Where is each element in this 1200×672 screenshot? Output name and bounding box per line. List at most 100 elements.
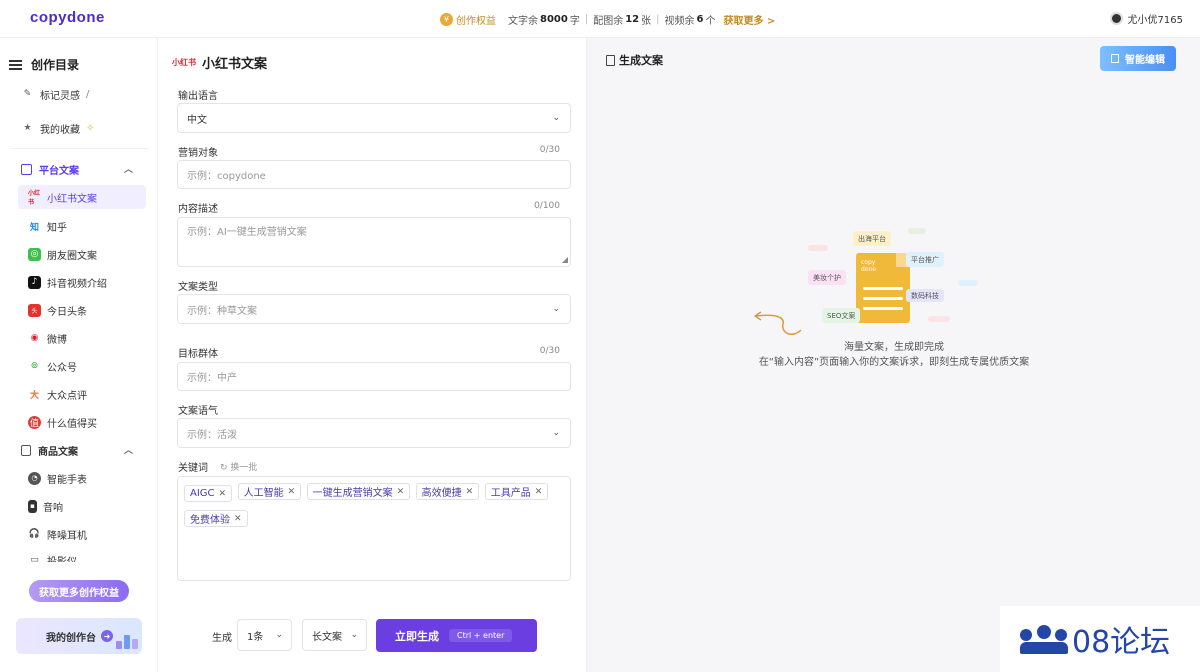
keywords-box[interactable]: AIGC ✕ 人工智能 ✕ 一键生成营销文案 ✕ 高效便捷 ✕ 工具产品 ✕ 免费体验 ✕ bbox=[177, 476, 571, 581]
toutiao-icon: 头 bbox=[28, 303, 41, 317]
close-icon[interactable]: ✕ bbox=[288, 487, 296, 497]
sidebar-item-xiaohongshu[interactable]: 小红书 小红书文案 bbox=[18, 185, 146, 209]
platform-icon bbox=[21, 163, 32, 175]
sidebar: 创作目录 ✎ 标记灵感 / ★ 我的收藏 ✧ 平台文案 ︿ 小红书 小红书文案 … bbox=[0, 38, 157, 672]
divider bbox=[10, 148, 148, 149]
my-workbench-button[interactable]: 我的创作台 ➜ bbox=[16, 618, 142, 654]
close-icon[interactable]: ✕ bbox=[535, 487, 543, 497]
sidebar-item-toutiao[interactable]: 头 今日头条 bbox=[18, 298, 146, 322]
sidebar-item-favorites[interactable]: ★ 我的收藏 ✧ bbox=[18, 116, 146, 140]
smartwatch-icon: ◔ bbox=[28, 471, 41, 485]
sidebar-item-zhihu[interactable]: 知 知乎 bbox=[18, 214, 146, 238]
sidebar-item-weibo[interactable]: ◉ 微博 bbox=[18, 326, 146, 350]
document-logo-text: copy done bbox=[861, 259, 876, 273]
input-form: 小红书 小红书文案 输出语言 中文 ⌄ 营销对象 0/30 示例：copydon… bbox=[157, 38, 587, 672]
tone-placeholder: 示例：活泼 bbox=[187, 429, 237, 441]
sidebar-item-smzdm[interactable]: 值 什么值得买 bbox=[18, 410, 146, 434]
sidebar-item-label: 公众号 bbox=[47, 362, 77, 374]
close-icon[interactable]: ✕ bbox=[234, 514, 242, 524]
decoration bbox=[808, 245, 828, 251]
form-title-text: 小红书文案 bbox=[202, 57, 268, 72]
keyword-chip[interactable]: 人工智能 ✕ bbox=[237, 483, 302, 500]
empty-state-illustration: copy done 出海平台 平台推广 美妆个护 数码科技 SEO文案 bbox=[748, 223, 1048, 335]
sidebar-item-label: 我的收藏 bbox=[40, 124, 80, 136]
wechat-moments-icon: ◎ bbox=[28, 247, 41, 261]
close-icon[interactable]: ✕ bbox=[466, 487, 474, 497]
audience-input[interactable]: 示例：中产 bbox=[177, 362, 571, 391]
document-icon bbox=[1111, 54, 1119, 63]
arrow-right-icon: ➜ bbox=[101, 630, 113, 642]
username[interactable]: 尤小优7165 bbox=[1128, 11, 1183, 26]
sidebar-item-mark-inspiration[interactable]: ✎ 标记灵感 / bbox=[18, 82, 146, 106]
workbench-label: 我的创作台 bbox=[46, 632, 96, 644]
sidebar-item-speaker[interactable]: ▪ 音响 bbox=[18, 494, 146, 518]
keyword-chip[interactable]: 一键生成营销文案 ✕ bbox=[306, 483, 411, 500]
chip-label: 一键生成营销文案 bbox=[312, 488, 393, 499]
image-quota-count: 12 bbox=[625, 14, 640, 25]
keyword-chip[interactable]: 高效便捷 ✕ bbox=[415, 483, 480, 500]
tone-select[interactable]: 示例：活泼 ⌄ bbox=[177, 418, 571, 448]
sparkle-icon: ✧ bbox=[86, 122, 95, 134]
video-quota-unit: 个 bbox=[705, 16, 716, 27]
close-icon[interactable]: ✕ bbox=[397, 487, 405, 497]
description-placeholder: 示例：AI一键生成营销文案 bbox=[187, 227, 307, 238]
avatar[interactable] bbox=[1109, 12, 1123, 25]
decoration bbox=[908, 228, 926, 234]
empty-hint-title: 海量文案，生成即完成 bbox=[844, 342, 944, 353]
curved-arrow-icon bbox=[753, 311, 802, 335]
copy-type-label: 文案类型 bbox=[178, 282, 218, 293]
sidebar-item-official[interactable]: ⊚ 公众号 bbox=[18, 354, 146, 378]
decoration bbox=[958, 280, 978, 286]
image-quota-label: 配图余 bbox=[593, 16, 624, 27]
sidebar-item-douyin[interactable]: ♪ 抖音视频介绍 bbox=[18, 270, 146, 294]
section-platform[interactable]: 平台文案 ︿ bbox=[18, 158, 133, 180]
get-more-link[interactable]: 获取更多 > bbox=[723, 12, 775, 27]
sidebar-item-projector[interactable]: ▭ 投影仪 bbox=[18, 550, 146, 563]
section-label: 商品文案 bbox=[38, 446, 78, 458]
keyword-chip[interactable]: 工具产品 ✕ bbox=[484, 483, 549, 500]
sidebar-item-label: 小红书文案 bbox=[47, 193, 97, 205]
chevron-down-icon: ⌄ bbox=[552, 428, 560, 438]
keyword-chip[interactable]: AIGC ✕ bbox=[184, 485, 233, 502]
length-select[interactable]: 长文案 ⌄ bbox=[302, 619, 367, 651]
close-icon[interactable]: ✕ bbox=[219, 489, 227, 499]
chip-label: AIGC bbox=[190, 488, 215, 499]
chevron-up-icon[interactable]: ︿ bbox=[124, 162, 133, 175]
sidebar-item-moments[interactable]: ◎ 朋友圈文案 bbox=[18, 242, 146, 266]
language-select[interactable]: 中文 ⌄ bbox=[177, 103, 571, 133]
resize-handle-icon[interactable]: ◢ bbox=[562, 255, 568, 264]
product-icon bbox=[21, 444, 31, 456]
get-more-rights-button[interactable]: 获取更多创作权益 bbox=[29, 580, 129, 602]
length-value: 长文案 bbox=[312, 631, 342, 643]
rights-label[interactable]: 创作权益 bbox=[456, 12, 496, 27]
audience-count: 0/30 bbox=[539, 346, 560, 356]
target-input[interactable]: 示例：copydone bbox=[177, 160, 571, 189]
smart-edit-button[interactable]: 智能编辑 bbox=[1100, 46, 1176, 71]
sidebar-item-label: 知乎 bbox=[47, 222, 67, 234]
app-logo[interactable]: copydone bbox=[30, 9, 105, 26]
sidebar-item-label: 投影仪 bbox=[47, 553, 77, 562]
user-menu[interactable]: 尤小优7165 bbox=[1109, 11, 1183, 26]
sidebar-item-label: 抖音视频介绍 bbox=[47, 278, 107, 290]
target-label: 营销对象 bbox=[178, 148, 218, 159]
sidebar-item-smartwatch[interactable]: ◔ 智能手表 bbox=[18, 466, 146, 490]
xiaohongshu-logo: 小红书 bbox=[172, 58, 196, 67]
result-title-text: 生成文案 bbox=[619, 54, 663, 67]
chevron-up-icon[interactable]: ︿ bbox=[124, 443, 133, 456]
generate-button[interactable]: 立即生成 Ctrl + enter bbox=[376, 619, 537, 652]
tag-promotion: 平台推广 bbox=[906, 252, 944, 267]
top-bar: copydone ¥ 创作权益 文字余 8000 字 | 配图余 12 张 | … bbox=[0, 0, 1200, 38]
menu-icon[interactable] bbox=[9, 58, 22, 72]
sidebar-item-dianping[interactable]: 大 大众点评 bbox=[18, 382, 146, 406]
refresh-keywords-button[interactable]: ↻ 换一批 bbox=[220, 460, 257, 473]
section-product[interactable]: 商品文案 ︿ bbox=[18, 439, 133, 461]
keyword-chip[interactable]: 免费体验 ✕ bbox=[184, 510, 248, 527]
copy-type-select[interactable]: 示例：种草文案 ⌄ bbox=[177, 294, 571, 324]
zhihu-icon: 知 bbox=[29, 222, 39, 233]
sidebar-item-headphones[interactable]: 🎧 降噪耳机 bbox=[18, 522, 146, 546]
quota-bar: ¥ 创作权益 文字余 8000 字 | 配图余 12 张 | 视频余 6 个 获… bbox=[440, 12, 775, 27]
description-textarea[interactable]: 示例：AI一键生成营销文案 ◢ bbox=[177, 217, 571, 267]
count-select[interactable]: 1条 ⌄ bbox=[237, 619, 292, 651]
sidebar-item-label: 朋友圈文案 bbox=[47, 250, 97, 262]
sidebar-item-label: 今日头条 bbox=[47, 306, 87, 318]
